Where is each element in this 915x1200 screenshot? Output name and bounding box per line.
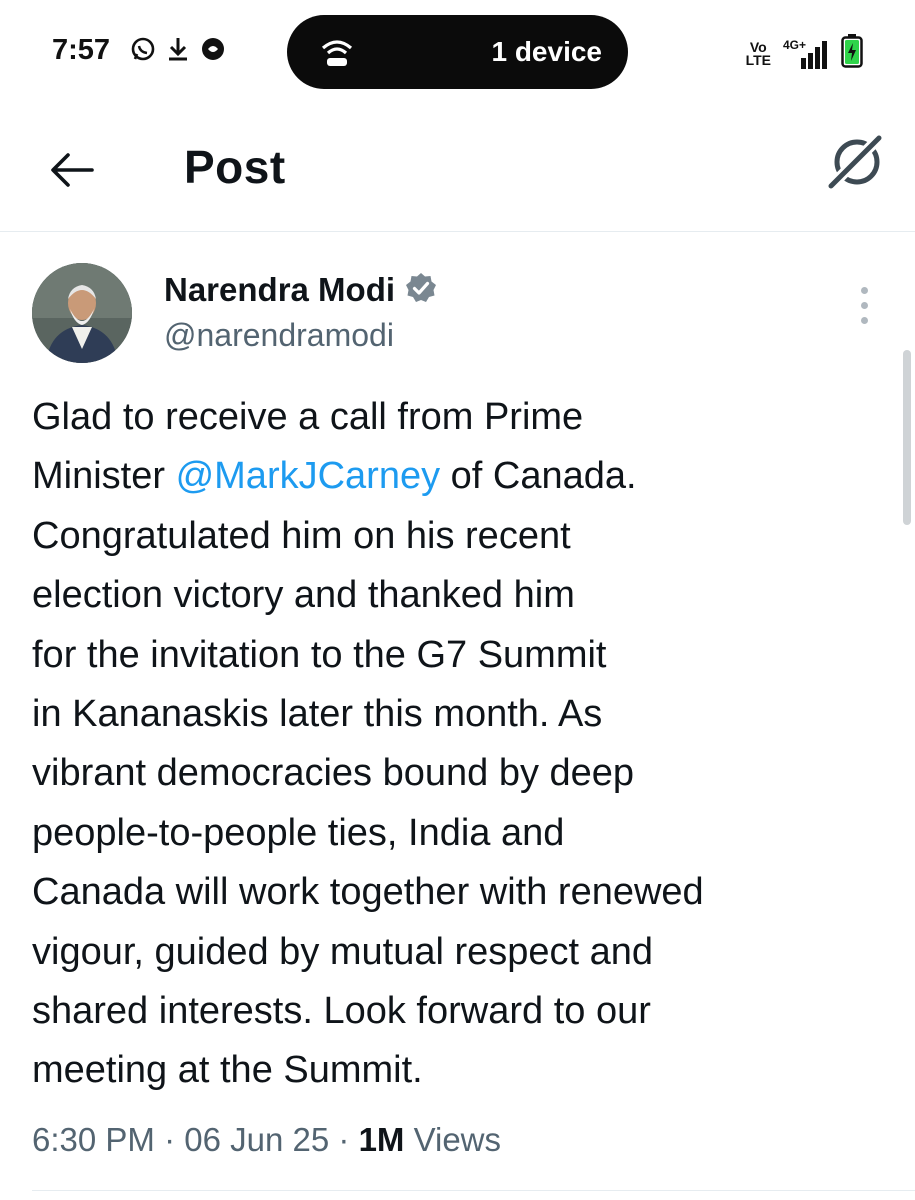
status-time: 7:57	[52, 34, 111, 66]
post-line: Minister @MarkJCarney of Canada.	[32, 447, 892, 506]
views-label: Views	[413, 1121, 502, 1158]
avatar[interactable]	[32, 263, 132, 363]
divider	[32, 1190, 915, 1191]
post-line: in Kananaskis later this month. As	[32, 685, 892, 744]
post-line: Canada will work together with renewed	[32, 863, 892, 922]
dot	[860, 301, 868, 309]
post-line-text: meeting at the Summit.	[32, 1049, 423, 1092]
status-bar: 7:57 1 device Vo LTE 4G+	[0, 0, 915, 100]
more-options-button[interactable]	[849, 285, 879, 325]
post-line: vigour, guided by mutual respect and	[32, 923, 892, 982]
post-line-text: Canada will work together with renewed	[32, 871, 704, 914]
post-line: vibrant democracies bound by deep	[32, 744, 892, 803]
page-title: Post	[184, 141, 286, 193]
post-line: Glad to receive a call from Prime	[32, 388, 892, 447]
app-header: Post	[0, 110, 915, 232]
post-line-text: vigour, guided by mutual respect and	[32, 930, 654, 973]
post-text: Glad to receive a call from Prime Minist…	[32, 388, 892, 1101]
post-line-text: Glad to receive a call from Prime	[32, 396, 584, 438]
post-line-text: shared interests. Look forward to our	[32, 990, 651, 1033]
post-line-text: vibrant democracies bound by deep	[32, 752, 635, 795]
grok-button[interactable]	[823, 130, 887, 194]
post-line: meeting at the Summit.	[32, 1041, 892, 1100]
post-time[interactable]: 6:30 PM	[32, 1121, 155, 1158]
post-line-text: in Kananaskis later this month. As	[32, 693, 603, 736]
arrow-left-icon	[44, 153, 100, 202]
post-line: Congratulated him on his recent	[32, 507, 892, 566]
separator: ·	[164, 1121, 185, 1158]
post-line: election victory and thanked him	[32, 566, 892, 625]
post-meta: 6:30 PM · 06 Jun 25 · 1M Views	[32, 1121, 501, 1159]
signal-icon: 4G+	[783, 38, 829, 70]
grok-icon	[823, 132, 887, 198]
post-line-text: Congratulated him on his recent	[32, 514, 571, 557]
author-name[interactable]: Narendra Modi	[164, 271, 395, 309]
scrollbar[interactable]	[903, 350, 911, 525]
post-line: people-to-people ties, India and	[32, 804, 892, 863]
post-line: shared interests. Look forward to our	[32, 982, 892, 1041]
author-name-row: Narendra Modi	[164, 271, 437, 309]
hotspot-label: 1 device	[491, 36, 602, 67]
post-line: for the invitation to the G7 Summit	[32, 626, 892, 685]
author-handle[interactable]: @narendramodi	[164, 317, 394, 354]
dot	[860, 316, 868, 324]
separator: ·	[338, 1121, 359, 1158]
volte-icon: Vo LTE	[745, 38, 771, 68]
mention-link[interactable]: @MarkJCarney	[176, 455, 441, 497]
notification-icons	[130, 36, 226, 62]
vpn-icon	[200, 36, 226, 62]
hotspot-icon	[317, 36, 357, 73]
post-line-text: for the invitation to the G7 Summit	[32, 633, 607, 676]
post-line-text: people-to-people ties, India and	[32, 811, 565, 854]
verified-badge-icon	[405, 272, 437, 309]
whatsapp-icon	[130, 36, 156, 62]
post-line-text: election victory and thanked him	[32, 574, 575, 617]
back-button[interactable]	[44, 142, 100, 198]
views-count: 1M	[358, 1121, 405, 1158]
battery-icon	[841, 34, 863, 73]
post-date[interactable]: 06 Jun 25	[184, 1121, 329, 1158]
app-screen: 7:57 1 device Vo LTE 4G+ Post Narendra M…	[0, 0, 915, 1200]
hotspot-pill[interactable]: 1 device	[287, 15, 628, 89]
download-icon	[166, 36, 190, 62]
post-line-text: of Canada.	[440, 455, 637, 498]
dot	[860, 286, 868, 294]
post-line-text: Minister	[32, 455, 176, 498]
system-icons: Vo LTE 4G+	[746, 34, 863, 73]
